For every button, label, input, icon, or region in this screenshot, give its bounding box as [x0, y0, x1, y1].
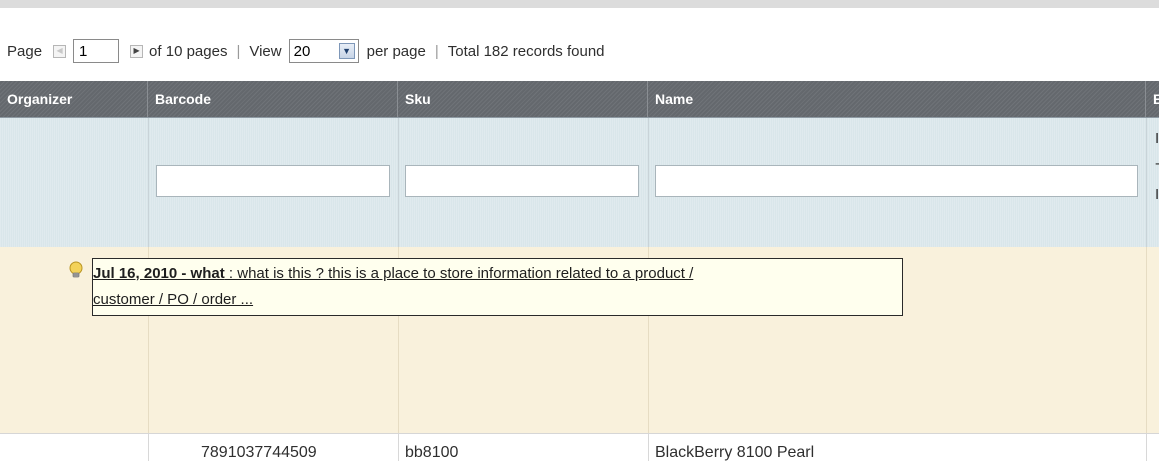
clipped-filter-text: I	[1155, 186, 1159, 203]
name-cell: BlackBerry 8100 Pearl	[655, 444, 815, 461]
column-header-clipped[interactable]: E	[1146, 81, 1159, 117]
table-row[interactable]: 7891037744509 bb8100 BlackBerry 8100 Pea…	[0, 433, 1159, 461]
lightbulb-icon[interactable]	[66, 260, 86, 280]
arrow-left-icon[interactable]: ◀	[53, 44, 67, 58]
page-number-input[interactable]	[73, 39, 120, 63]
column-divider	[398, 434, 399, 461]
per-page-value: 20	[293, 42, 311, 60]
column-divider	[648, 434, 649, 461]
column-divider	[148, 118, 149, 247]
top-bar	[0, 0, 1159, 8]
separator: |	[236, 42, 241, 60]
note-title-link[interactable]: Jul 16, 2010 - what : what is this ? thi…	[93, 265, 693, 282]
column-header-sku[interactable]: Sku	[398, 81, 648, 117]
page-label: Page	[7, 42, 43, 60]
of-pages-text: of 10 pages	[149, 42, 228, 60]
sku-cell: bb8100	[405, 444, 459, 461]
column-divider	[1146, 434, 1147, 461]
column-divider	[648, 118, 649, 247]
column-divider	[148, 434, 149, 461]
barcode-cell: 7891037744509	[201, 444, 317, 461]
organizer-note-popup[interactable]: Jul 16, 2010 - what : what is this ? thi…	[92, 258, 903, 316]
filter-row: I - I	[0, 118, 1159, 247]
view-label: View	[249, 42, 282, 60]
column-header-name[interactable]: Name	[648, 81, 1146, 117]
column-divider	[398, 118, 399, 247]
sku-filter-input[interactable]	[405, 165, 639, 197]
clipped-filter-text: -	[1155, 155, 1159, 172]
dropdown-arrow-icon[interactable]: ▼	[338, 43, 355, 59]
pager: Page ◀ ▶ of 10 pages | View 20 ▼ per pag…	[7, 38, 605, 64]
column-divider	[1146, 118, 1147, 247]
total-records: Total 182 records found	[447, 42, 605, 60]
column-header-organizer[interactable]: Organizer	[0, 81, 148, 117]
note-continuation-link[interactable]: customer / PO / order ...	[93, 291, 253, 308]
per-page-select[interactable]: 20 ▼	[288, 39, 359, 63]
per-page-text: per page	[366, 42, 426, 60]
note-first-line: Jul 16, 2010 - what : what is this ? thi…	[93, 261, 896, 287]
grid-header: Organizer Barcode Sku Name E	[0, 81, 1159, 118]
separator: |	[434, 42, 439, 60]
column-divider	[1146, 247, 1147, 433]
name-filter-input[interactable]	[655, 165, 1138, 197]
barcode-filter-input[interactable]	[156, 165, 390, 197]
note-second-line: customer / PO / order ...	[93, 287, 896, 313]
arrow-right-icon[interactable]: ▶	[130, 44, 144, 58]
column-header-barcode[interactable]: Barcode	[148, 81, 398, 117]
clipped-filter-text: I	[1155, 130, 1159, 147]
